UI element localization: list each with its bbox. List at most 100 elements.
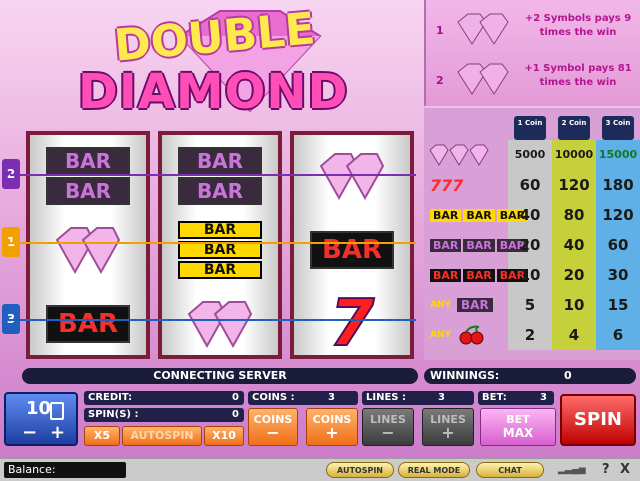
bar-symbol: BAR — [46, 146, 130, 175]
reel-symbol: BAR BAR BAR — [162, 213, 278, 286]
paytable-value: 40 — [563, 236, 585, 254]
signal-icon: ▂▃▄▅ — [558, 465, 586, 475]
paytable-row: 5000 10000 15000 — [424, 140, 640, 170]
status-message: CONNECTING SERVER — [22, 368, 418, 384]
coin-selector[interactable]: 10 − + — [4, 392, 78, 446]
paytable-value: 40 — [519, 206, 541, 224]
seven-symbol: 777 — [430, 175, 464, 195]
minus-icon: − — [266, 423, 280, 442]
coins-label: COINS : — [252, 392, 295, 403]
cherry-icon — [459, 325, 484, 345]
paytable-header-3: 3 Coin — [602, 116, 634, 140]
reel-2: BAR BAR BAR BAR BAR — [158, 131, 282, 359]
bar-symbol: BAR — [178, 260, 262, 279]
winnings-label: WINNINGS: — [430, 369, 500, 382]
paytable-value: 5 — [524, 296, 536, 314]
paytable-value: 60 — [607, 236, 629, 254]
paytable-value: 60 — [519, 176, 541, 194]
paytable-row: BAR BAR BAR 40 80 120 — [424, 200, 640, 230]
paytable-header-2: 2 Coin — [558, 116, 590, 140]
paytable-value: 10 — [519, 266, 541, 284]
spins-value: 0 — [232, 409, 239, 420]
paytable-value: 120 — [602, 206, 634, 224]
x10-button[interactable]: X10 — [204, 426, 244, 446]
bar-label: BAR — [463, 238, 495, 252]
paytable-value: 20 — [563, 266, 585, 284]
reel-symbol — [30, 213, 146, 286]
real-mode-button[interactable]: REAL MODE — [398, 462, 470, 478]
lines-minus-button[interactable]: LINES − — [362, 408, 414, 446]
spin-button[interactable]: SPIN — [560, 394, 636, 446]
bonus-number: 2 — [436, 74, 444, 87]
chat-button[interactable]: CHAT — [476, 462, 544, 478]
logo-line2: DIAMOND — [78, 64, 349, 120]
any-bar-symbol: ANY BAR — [430, 294, 508, 316]
bonus-row-2: 2 +1 Symbol pays 81 times the win — [426, 56, 640, 104]
reel-1: BAR BAR BAR — [26, 131, 150, 359]
paytable-value: 2 — [524, 326, 536, 344]
winnings-value: 0 — [564, 369, 572, 382]
paytable-value: 180 — [602, 176, 634, 194]
logo: DOUBLE DIAMOND — [70, 3, 370, 120]
reels: BAR BAR BAR BAR BAR BAR BAR BAR BAR 7 — [22, 131, 418, 362]
paytable-row: BAR BAR BAR 20 40 60 — [424, 230, 640, 260]
lines-value: 3 — [438, 392, 445, 403]
coin-icon — [50, 402, 64, 420]
bar-label: BAR — [430, 238, 462, 252]
bar-symbol: BAR — [178, 220, 262, 239]
bar-symbol: BAR — [178, 146, 262, 175]
credit-label: CREDIT: — [88, 392, 133, 403]
bonus-number: 1 — [436, 24, 444, 37]
close-button[interactable]: X — [620, 462, 630, 477]
payline-3 — [10, 319, 416, 321]
coins-panel: COINS : 3 — [248, 391, 358, 405]
paytable-value: 15000 — [598, 148, 638, 161]
coins-value: 3 — [328, 392, 335, 403]
lines-plus-button[interactable]: LINES + — [422, 408, 474, 446]
autospin-footer-button[interactable]: AUTOSPIN — [326, 462, 394, 478]
bar-label: BAR — [457, 298, 493, 312]
bet-max-button[interactable]: BET MAX — [480, 408, 556, 446]
paytable-row: ANY BAR 5 10 15 — [424, 290, 640, 320]
paytable-value: 10 — [563, 296, 585, 314]
any-label: ANY — [430, 330, 452, 340]
bar-symbol: BAR BAR BAR — [430, 264, 529, 286]
reel-3: BAR 7 — [290, 131, 414, 362]
reel-symbol: 7 — [294, 286, 410, 362]
coin-plus-button[interactable]: + — [50, 422, 65, 443]
coin-minus-button[interactable]: − — [22, 422, 37, 443]
paytable-value: 4 — [568, 326, 580, 344]
paytable-value: 15 — [607, 296, 629, 314]
bet-max-label-1: BET — [506, 413, 530, 426]
bar-symbol: BAR — [46, 304, 130, 343]
paytable-row: BAR BAR BAR 10 20 30 — [424, 260, 640, 290]
diamond-icon — [457, 63, 509, 95]
footer: Balance: AUTOSPIN REAL MODE CHAT ▂▃▄▅ ? … — [0, 458, 640, 481]
plus-icon: + — [441, 423, 455, 442]
payline-2 — [10, 174, 416, 176]
x5-button[interactable]: X5 — [84, 426, 120, 446]
help-button[interactable]: ? — [602, 462, 610, 477]
balance-label: Balance: — [4, 462, 126, 478]
bar-label: BAR — [430, 268, 462, 282]
payline-1 — [10, 242, 416, 244]
coin-value: 10 — [26, 398, 52, 419]
bet-panel: BET: 3 — [478, 391, 554, 405]
coins-minus-button[interactable]: COINS − — [248, 408, 298, 446]
bar-symbol: BAR — [46, 176, 130, 205]
bonus-panel: 1 +2 Symbols pays 9 times the win 2 +1 S… — [424, 0, 640, 106]
triple-diamond-icon — [429, 144, 489, 166]
coins-plus-button[interactable]: COINS + — [306, 408, 358, 446]
paytable-row: 777 60 120 180 — [424, 170, 640, 200]
autospin-button[interactable]: AUTOSPIN — [122, 426, 202, 446]
bonus-text: +2 Symbols pays 9 times the win — [524, 13, 632, 38]
bar-label: BAR — [463, 268, 495, 282]
reel-symbol: BAR — [294, 213, 410, 286]
bar-label: BAR — [463, 208, 495, 222]
diamond-icon — [457, 13, 509, 45]
any-cherry-symbol: ANY — [430, 324, 508, 346]
winnings-bar: WINNINGS: 0 — [424, 368, 636, 384]
paytable-value: 5000 — [514, 148, 546, 161]
plus-icon: + — [325, 423, 339, 442]
bar-label: BAR — [430, 208, 462, 222]
